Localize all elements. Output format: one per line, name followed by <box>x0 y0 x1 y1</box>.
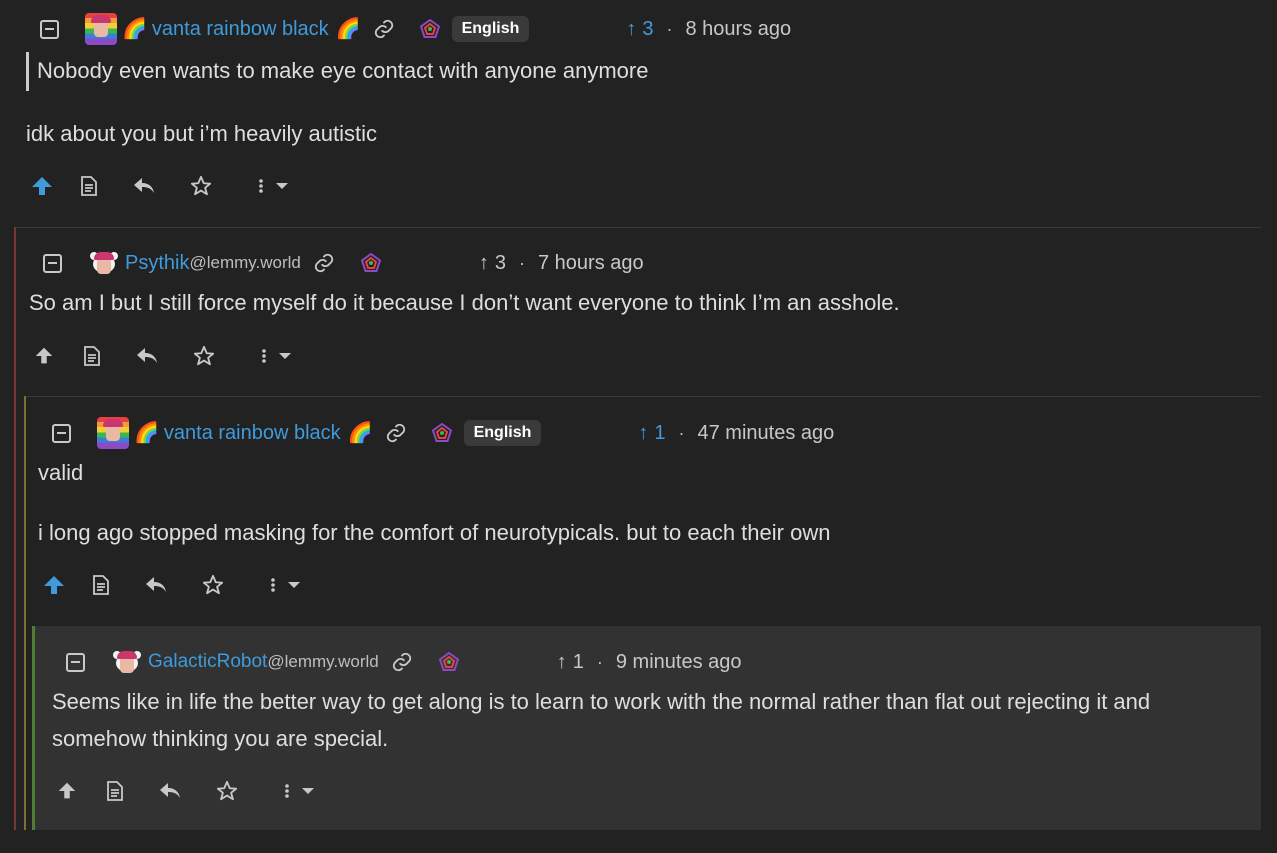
reply-icon[interactable] <box>144 570 168 600</box>
timestamp: 7 hours ago <box>538 251 644 274</box>
more-options-icon[interactable] <box>266 570 306 600</box>
divider <box>26 396 1261 397</box>
author-name[interactable]: Psythik <box>125 252 189 275</box>
avatar-icon[interactable] <box>111 649 143 675</box>
score: ↑ 3 <box>626 18 653 41</box>
star-icon[interactable] <box>202 570 224 600</box>
thread-line-depth-1 <box>14 227 16 830</box>
upvote-icon[interactable] <box>30 171 54 201</box>
link-icon[interactable] <box>385 422 407 444</box>
score: ↑ 1 <box>638 422 665 445</box>
timestamp: 9 minutes ago <box>615 650 742 673</box>
separator: · <box>678 422 685 443</box>
author-instance[interactable]: @lemmy.world <box>267 652 378 672</box>
rainbow-emoji: 🌈 <box>335 18 361 40</box>
comment-body: Seems like in life the better way to get… <box>52 689 1151 714</box>
comment-body: valid <box>38 460 84 485</box>
separator: · <box>519 252 525 273</box>
avatar[interactable] <box>85 13 117 45</box>
language-badge: English <box>463 420 542 446</box>
score: ↑ 1 <box>557 651 584 674</box>
link-icon[interactable] <box>391 651 413 673</box>
comment-body: i long ago stopped masking for the comfo… <box>38 520 831 545</box>
reply-icon[interactable] <box>158 776 182 806</box>
star-icon[interactable] <box>190 171 212 201</box>
avatar-icon[interactable] <box>88 250 120 276</box>
quoted-text: Nobody even wants to make eye contact wi… <box>26 52 648 91</box>
arrow-up-icon: ↑ <box>638 421 649 444</box>
fediverse-icon <box>419 19 440 39</box>
author-name[interactable]: GalacticRobot <box>148 651 267 673</box>
link-icon[interactable] <box>313 252 335 274</box>
timestamp: 8 hours ago <box>685 17 792 40</box>
collapse-icon[interactable] <box>40 19 59 39</box>
rainbow-emoji: 🌈 <box>347 422 373 444</box>
rainbow-emoji: 🌈 <box>122 18 147 40</box>
reply-icon[interactable] <box>132 171 156 201</box>
upvote-icon[interactable] <box>56 776 78 806</box>
upvote-icon[interactable] <box>42 570 66 600</box>
separator: · <box>666 18 673 39</box>
reply-icon[interactable] <box>135 341 159 371</box>
view-source-icon[interactable] <box>80 171 98 201</box>
score-value: 1 <box>654 421 666 444</box>
more-options-icon[interactable] <box>257 341 297 371</box>
comment-body: idk about you but i’m heavily autistic <box>26 121 377 146</box>
star-icon[interactable] <box>193 341 215 371</box>
score-value: 3 <box>642 17 654 40</box>
comment-header: 🌈 vanta rainbow black 🌈 English ↑ 1 · 47 … <box>52 416 834 450</box>
link-icon[interactable] <box>373 18 395 40</box>
author-name[interactable]: vanta rainbow black <box>164 422 341 445</box>
timestamp: 47 minutes ago <box>697 421 835 444</box>
comment-header: GalacticRobot @lemmy.world ↑ 1 · 9 minute… <box>66 645 742 679</box>
language-badge: English <box>451 16 530 42</box>
rainbow-emoji: 🌈 <box>134 422 159 444</box>
view-source-icon[interactable] <box>106 776 124 806</box>
avatar[interactable] <box>97 417 129 449</box>
collapse-icon[interactable] <box>43 253 62 273</box>
thread-line-depth-2 <box>24 396 26 830</box>
comment-thread: 🌈 vanta rainbow black 🌈 English ↑ 3 · 8 h… <box>0 0 1277 853</box>
comment-body: somehow thinking you are special. <box>52 726 389 751</box>
arrow-up-icon: ↑ <box>556 650 567 673</box>
view-source-icon[interactable] <box>92 570 110 600</box>
score-value: 1 <box>572 650 584 673</box>
fediverse-icon <box>438 652 459 672</box>
more-options-icon[interactable] <box>254 171 294 201</box>
arrow-up-icon: ↑ <box>478 251 489 274</box>
more-options-icon[interactable] <box>280 776 320 806</box>
score-value: 3 <box>494 251 506 274</box>
separator: · <box>596 651 603 672</box>
comment-header: 🌈 vanta rainbow black 🌈 English ↑ 3 · 8 h… <box>40 12 791 46</box>
comment-header: Psythik @lemmy.world ↑ 3 · 7 hours ago <box>43 246 644 280</box>
comment-body: So am I but I still force myself do it b… <box>29 290 900 315</box>
upvote-icon[interactable] <box>33 341 55 371</box>
star-icon[interactable] <box>216 776 238 806</box>
author-name[interactable]: vanta rainbow black <box>152 18 329 41</box>
collapse-icon[interactable] <box>66 652 85 672</box>
thread-line-depth-3 <box>32 626 35 830</box>
score: ↑ 3 <box>479 252 506 275</box>
author-instance[interactable]: @lemmy.world <box>189 253 300 273</box>
collapse-icon[interactable] <box>52 423 71 443</box>
fediverse-icon <box>431 423 452 443</box>
fediverse-icon <box>360 253 381 273</box>
view-source-icon[interactable] <box>83 341 101 371</box>
divider <box>16 227 1261 228</box>
arrow-up-icon: ↑ <box>626 17 637 40</box>
